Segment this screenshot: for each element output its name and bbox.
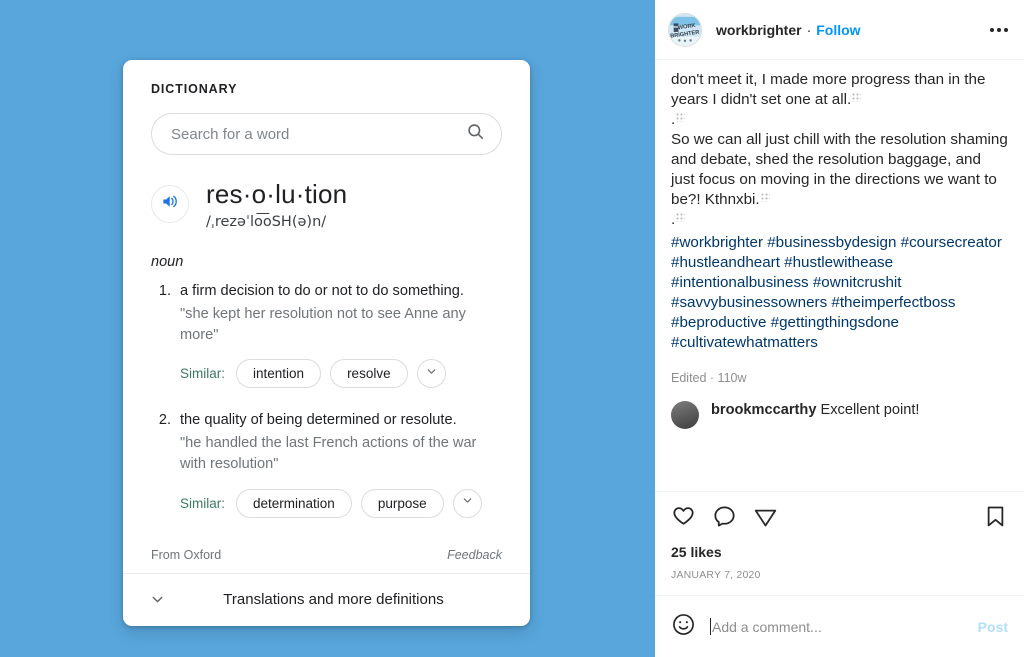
caption-edited-timestamp: Edited · 110w: [671, 370, 747, 385]
comment-text: Excellent point!: [820, 401, 920, 418]
comment-bubble-icon[interactable]: [712, 504, 737, 534]
comment-body: brookmccarthy Excellent point!: [711, 401, 919, 420]
translations-expander[interactable]: Translations and more definitions: [123, 572, 530, 626]
synonym-chip[interactable]: intention: [236, 359, 322, 389]
synonym-chip[interactable]: purpose: [360, 488, 444, 518]
headword: res·o·lu·tion: [206, 179, 348, 209]
avatar[interactable]: [671, 400, 699, 429]
chevron-down-icon: [425, 365, 438, 383]
post-caption-scroll-area[interactable]: don't meet it, I made more progress than…: [655, 60, 1024, 491]
comment-input[interactable]: Add a comment...: [710, 618, 964, 635]
like-count[interactable]: 25 likes: [655, 534, 1024, 560]
source-label: From Oxford: [151, 547, 222, 562]
post-author-username[interactable]: workbrighter: [716, 22, 802, 38]
similar-row: Similar: determination purpose: [180, 488, 502, 518]
translations-label: Translations and more definitions: [223, 591, 444, 609]
caption-paragraph: .: [671, 110, 1008, 130]
dictionary-card: DICTIONARY Search for a word res·o·lu·ti…: [123, 60, 530, 626]
heart-icon[interactable]: [671, 504, 696, 534]
add-comment-bar: Add a comment... Post: [655, 595, 1024, 657]
synonym-chip[interactable]: determination: [236, 488, 352, 518]
text-caret: [710, 618, 711, 635]
caption-paragraph: So we can all just chill with the resolu…: [671, 130, 1008, 210]
avatar[interactable]: WORK BRIGHTER: [668, 12, 702, 47]
similar-row: Similar: intention resolve: [180, 359, 502, 389]
ellipsis-icon[interactable]: [988, 22, 1010, 38]
dictionary-title: DICTIONARY: [151, 82, 238, 96]
post-date: JANUARY 7, 2020: [671, 569, 761, 581]
definition-example: "he handled the last French actions of t…: [180, 435, 477, 473]
source-row: From Oxford Feedback: [151, 540, 502, 573]
chevron-down-icon: [461, 494, 474, 512]
screen-root: DICTIONARY Search for a word res·o·lu·ti…: [0, 0, 1024, 657]
follow-button[interactable]: Follow: [816, 22, 860, 38]
comment-input-placeholder: Add a comment...: [712, 618, 822, 635]
caption-paragraph: don't meet it, I made more progress than…: [671, 70, 1008, 110]
caption-text: .: [671, 111, 676, 129]
word-block: res·o·lu·tion /ˌrezəˈlo͞oSH(ə)n/: [206, 179, 347, 230]
emoji-smiley-icon[interactable]: [671, 612, 696, 642]
similar-label: Similar:: [180, 366, 226, 382]
post-header: WORK BRIGHTER workbrighter · Follow: [655, 0, 1024, 60]
list-item[interactable]: brookmccarthy Excellent point!: [671, 400, 1008, 429]
search-input[interactable]: Search for a word: [151, 113, 502, 155]
emoji-placeholder-icon: [852, 93, 862, 103]
definition-body: the quality of being determined or resol…: [180, 410, 502, 535]
definition-text: a firm decision to do or not to do somet…: [180, 282, 464, 299]
definition-text: the quality of being determined or resol…: [180, 412, 457, 429]
search-icon[interactable]: [466, 122, 485, 146]
definition-body: a firm decision to do or not to do somet…: [180, 281, 502, 406]
post-action-bar: [655, 491, 1024, 534]
caption-paragraph: .: [671, 210, 1008, 230]
caption-text: .: [671, 211, 676, 229]
synonym-chip[interactable]: resolve: [330, 359, 408, 389]
instagram-post-panel: WORK BRIGHTER workbrighter · Follow don'…: [655, 0, 1024, 657]
definition-item: 1. a firm decision to do or not to do so…: [151, 281, 502, 406]
headword-row: res·o·lu·tion /ˌrezəˈlo͞oSH(ə)n/: [151, 179, 502, 230]
share-paper-plane-icon[interactable]: [753, 504, 778, 534]
left-blue-panel: DICTIONARY Search for a word res·o·lu·ti…: [0, 0, 655, 657]
caption-text: So we can all just chill with the resolu…: [671, 131, 1008, 209]
search-placeholder: Search for a word: [171, 125, 290, 143]
caption-text: don't meet it, I made more progress than…: [671, 71, 986, 109]
expand-synonyms-button[interactable]: [416, 359, 446, 389]
dictionary-card-body: DICTIONARY Search for a word res·o·lu·ti…: [123, 60, 530, 573]
expand-synonyms-button[interactable]: [452, 488, 482, 518]
primary-actions: [671, 504, 778, 534]
definition-example: "she kept her resolution not to see Anne…: [180, 305, 466, 343]
bookmark-icon[interactable]: [983, 504, 1008, 534]
part-of-speech: noun: [151, 253, 184, 270]
emoji-placeholder-icon: [760, 193, 770, 203]
emoji-placeholder-icon: [676, 113, 686, 123]
emoji-placeholder-icon: [676, 213, 686, 223]
pronounce-button[interactable]: [151, 185, 189, 223]
definition-item: 2. the quality of being determined or re…: [151, 410, 502, 535]
comment-author[interactable]: brookmccarthy: [711, 402, 816, 418]
definition-number: 1.: [158, 282, 171, 299]
header-separator: ·: [806, 21, 812, 38]
caption-hashtags[interactable]: #workbrighter #businessbydesign #coursec…: [671, 233, 1008, 353]
phonetic-spelling: /ˌrezəˈlo͞oSH(ə)n/: [206, 213, 327, 230]
post-comment-button[interactable]: Post: [978, 619, 1008, 635]
speaker-icon: [161, 192, 180, 216]
chevron-down-icon: [149, 591, 177, 608]
definition-number: 2.: [158, 412, 171, 429]
similar-label: Similar:: [180, 495, 226, 511]
feedback-link[interactable]: Feedback: [447, 548, 502, 562]
